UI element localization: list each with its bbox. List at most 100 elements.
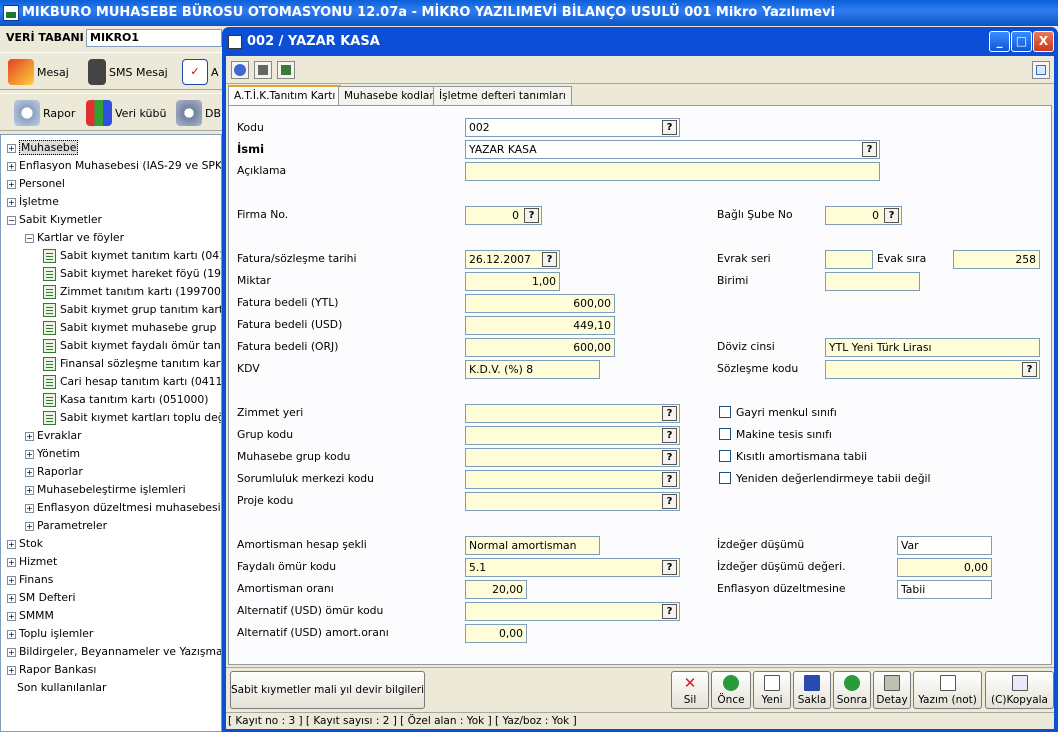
approve-button[interactable]: ✓ A — [182, 57, 219, 87]
useful-life-field[interactable]: 5.1? — [465, 558, 680, 577]
expand-icon[interactable]: + — [25, 431, 34, 441]
lookup-button[interactable]: ? — [1022, 362, 1037, 377]
vat-field[interactable]: K.D.V. (%) 8 — [465, 360, 600, 379]
invoice-date-field[interactable]: 26.12.2007? — [465, 250, 560, 269]
tree-leaf-item[interactable]: Kasa tanıtım kartı (051000) — [43, 391, 208, 409]
tree-node[interactable]: − Kartlar ve föyler — [25, 229, 124, 247]
collapse-icon[interactable]: − — [25, 233, 34, 243]
tree-node[interactable]: + Parametreler — [25, 517, 107, 535]
expand-icon[interactable]: + — [7, 647, 16, 657]
tree-node[interactable]: + İşletme — [7, 193, 59, 211]
tab-atik-card[interactable]: A.T.İ.K.Tanıtım Kartı — [228, 85, 342, 107]
tree-node[interactable]: +Enflasyon düzeltmesi muhasebesi uya — [25, 499, 221, 517]
message-button[interactable]: Mesaj — [8, 57, 69, 87]
lookup-button[interactable]: ? — [662, 560, 677, 575]
report-button[interactable]: Rapor — [14, 98, 75, 128]
tree-node[interactable]: + Raporlar — [25, 463, 83, 481]
lookup-button[interactable]: ? — [662, 472, 677, 487]
detail-button[interactable]: Detay — [873, 671, 911, 709]
tree-leaf-item[interactable]: Sabit kıymet faydalı ömür tanı — [43, 337, 221, 355]
depreciation-method-field[interactable]: Normal amortisman — [465, 536, 600, 555]
expand-icon[interactable]: + — [25, 521, 34, 531]
layout-icon[interactable] — [1032, 61, 1050, 79]
maximize-button[interactable]: □ — [1011, 31, 1032, 52]
previous-button[interactable]: Önce — [711, 671, 751, 709]
tree-node[interactable]: + Toplu işlemler — [7, 625, 93, 643]
tree-node[interactable]: + SM Defteri — [7, 589, 75, 607]
responsibility-center-field[interactable]: ? — [465, 470, 680, 489]
tree-node[interactable]: + Muhasebe — [7, 139, 79, 157]
collapse-icon[interactable]: − — [7, 215, 16, 225]
invoice-orj-field[interactable]: 600,00 — [465, 338, 615, 357]
expand-icon[interactable]: + — [7, 197, 16, 207]
tree-node[interactable]: + Evraklar — [25, 427, 82, 445]
expand-icon[interactable]: + — [7, 629, 16, 639]
lookup-button[interactable]: ? — [662, 120, 677, 135]
salvage-value-field[interactable]: 0,00 — [897, 558, 992, 577]
tab-accounting-codes[interactable]: Muhasebe kodları — [338, 86, 443, 106]
expand-icon[interactable]: + — [7, 161, 16, 171]
tab-business-ledger[interactable]: İşletme defteri tanımları — [433, 86, 572, 106]
no-revaluation-checkbox[interactable] — [719, 472, 731, 484]
alt-life-field[interactable]: ? — [465, 602, 680, 621]
lookup-button[interactable]: ? — [662, 428, 677, 443]
inflation-field[interactable]: Tabii — [897, 580, 992, 599]
expand-icon[interactable]: + — [25, 485, 34, 495]
doc-order-field[interactable]: 258 — [953, 250, 1040, 269]
save-button[interactable]: Sakla — [793, 671, 831, 709]
expand-icon[interactable]: + — [7, 611, 16, 621]
expand-icon[interactable]: + — [7, 539, 16, 549]
name-field[interactable]: YAZAR KASA? — [465, 140, 880, 159]
accounting-group-field[interactable]: ? — [465, 448, 680, 467]
tree-node[interactable]: + SMMM — [7, 607, 54, 625]
machinery-checkbox[interactable] — [719, 428, 731, 440]
sms-message-button[interactable]: SMS Mesaj — [88, 57, 168, 87]
tree-leaf-item[interactable]: Sabit kıymet hareket föyü (19 — [43, 265, 221, 283]
quantity-field[interactable]: 1,00 — [465, 272, 560, 291]
expand-icon[interactable]: + — [25, 503, 34, 513]
data-cube-button[interactable]: Veri kübü — [86, 98, 166, 128]
expand-icon[interactable]: + — [25, 449, 34, 459]
expand-icon[interactable]: + — [7, 575, 16, 585]
alt-rate-field[interactable]: 0,00 — [465, 624, 527, 643]
doc-series-field[interactable] — [825, 250, 873, 269]
project-code-field[interactable]: ? — [465, 492, 680, 511]
expand-icon[interactable]: + — [7, 557, 16, 567]
invoice-ytl-field[interactable]: 600,00 — [465, 294, 615, 313]
tree-leaf-item[interactable]: Zimmet tanıtım kartı (199700) — [43, 283, 221, 301]
copy-button[interactable]: (C)Kopyala — [985, 671, 1054, 709]
db-button[interactable]: DB — [176, 98, 221, 128]
tree-node[interactable]: + Rapor Bankası — [7, 661, 96, 679]
tree-node[interactable]: Son kullanılanlar — [17, 679, 106, 697]
tree-leaf-item[interactable]: Cari hesap tanıtım kartı (0411 — [43, 373, 221, 391]
tree-node[interactable]: + Personel — [7, 175, 65, 193]
lookup-button[interactable]: ? — [662, 604, 677, 619]
help-icon[interactable] — [231, 61, 249, 79]
tree-leaf-item[interactable]: Finansal sözleşme tanıtım kart — [43, 355, 221, 373]
branch-no-field[interactable]: 0? — [825, 206, 902, 225]
fiscal-year-transfer-button[interactable]: Sabit kıymetler mali yıl devir bilgileri — [230, 671, 425, 709]
expand-icon[interactable]: + — [7, 179, 16, 189]
code-field[interactable]: 002? — [465, 118, 680, 137]
tree-leaf-item[interactable]: Sabit kıymet tanıtım kartı (041 — [43, 247, 221, 265]
minimize-button[interactable]: _ — [989, 31, 1010, 52]
tree-leaf-item[interactable]: Sabit kıymet kartları toplu değ — [43, 409, 221, 427]
currency-field[interactable]: YTL Yeni Türk Lirası — [825, 338, 1040, 357]
contract-code-field[interactable]: ? — [825, 360, 1040, 379]
group-code-field[interactable]: ? — [465, 426, 680, 445]
limited-depreciation-checkbox[interactable] — [719, 450, 731, 462]
salvage-field[interactable]: Var — [897, 536, 992, 555]
expand-icon[interactable]: + — [7, 143, 16, 153]
new-button[interactable]: Yeni — [753, 671, 791, 709]
expand-icon[interactable]: + — [7, 665, 16, 675]
tree-node[interactable]: + Yönetim — [25, 445, 80, 463]
description-field[interactable] — [465, 162, 880, 181]
lookup-button[interactable]: ? — [662, 450, 677, 465]
tree-leaf-item[interactable]: Sabit kıymet muhasebe grup — [43, 319, 216, 337]
delete-button[interactable]: ✕ Sil — [671, 671, 709, 709]
lookup-button[interactable]: ? — [884, 208, 899, 223]
lookup-button[interactable]: ? — [662, 406, 677, 421]
tree-node[interactable]: +Enflasyon Muhasebesi (IAS-29 ve SPK Uyu… — [7, 157, 221, 175]
tree-node[interactable]: − Sabit Kıymetler — [7, 211, 102, 229]
next-button[interactable]: Sonra — [833, 671, 871, 709]
